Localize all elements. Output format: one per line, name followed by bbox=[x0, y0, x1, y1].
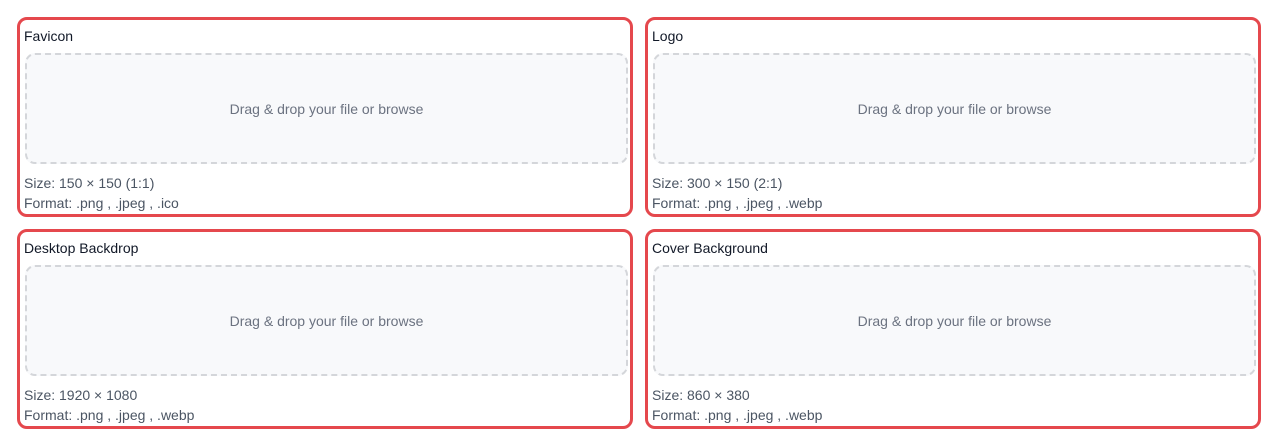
file-dropzone[interactable]: Drag & drop your file or browse bbox=[25, 265, 628, 376]
upload-card-cover-background: Cover Background Drag & drop your file o… bbox=[645, 229, 1261, 429]
size-info: Size: 1920 × 1080 bbox=[24, 387, 138, 403]
card-title: Favicon bbox=[24, 28, 74, 44]
upload-card-logo: Logo Drag & drop your file or browse Siz… bbox=[645, 17, 1261, 217]
format-info: Format: .png , .jpeg , .ico bbox=[24, 195, 179, 211]
card-title: Cover Background bbox=[652, 240, 768, 256]
card-title: Logo bbox=[652, 28, 684, 44]
upload-grid: Favicon Drag & drop your file or browse … bbox=[0, 0, 1280, 448]
file-dropzone[interactable]: Drag & drop your file or browse bbox=[25, 53, 628, 164]
upload-card-desktop-backdrop: Desktop Backdrop Drag & drop your file o… bbox=[17, 229, 633, 429]
dropzone-text: Drag & drop your file or browse bbox=[229, 100, 424, 117]
size-info: Size: 300 × 150 (2:1) bbox=[652, 175, 783, 191]
format-info: Format: .png , .jpeg , .webp bbox=[652, 195, 823, 211]
format-info: Format: .png , .jpeg , .webp bbox=[24, 407, 195, 423]
size-info: Size: 860 × 380 bbox=[652, 387, 750, 403]
dropzone-text: Drag & drop your file or browse bbox=[857, 100, 1052, 117]
file-dropzone[interactable]: Drag & drop your file or browse bbox=[653, 265, 1256, 376]
dropzone-text: Drag & drop your file or browse bbox=[857, 312, 1052, 329]
card-title: Desktop Backdrop bbox=[24, 240, 139, 256]
upload-card-favicon: Favicon Drag & drop your file or browse … bbox=[17, 17, 633, 217]
format-info: Format: .png , .jpeg , .webp bbox=[652, 407, 823, 423]
size-info: Size: 150 × 150 (1:1) bbox=[24, 175, 155, 191]
file-dropzone[interactable]: Drag & drop your file or browse bbox=[653, 53, 1256, 164]
dropzone-text: Drag & drop your file or browse bbox=[229, 312, 424, 329]
